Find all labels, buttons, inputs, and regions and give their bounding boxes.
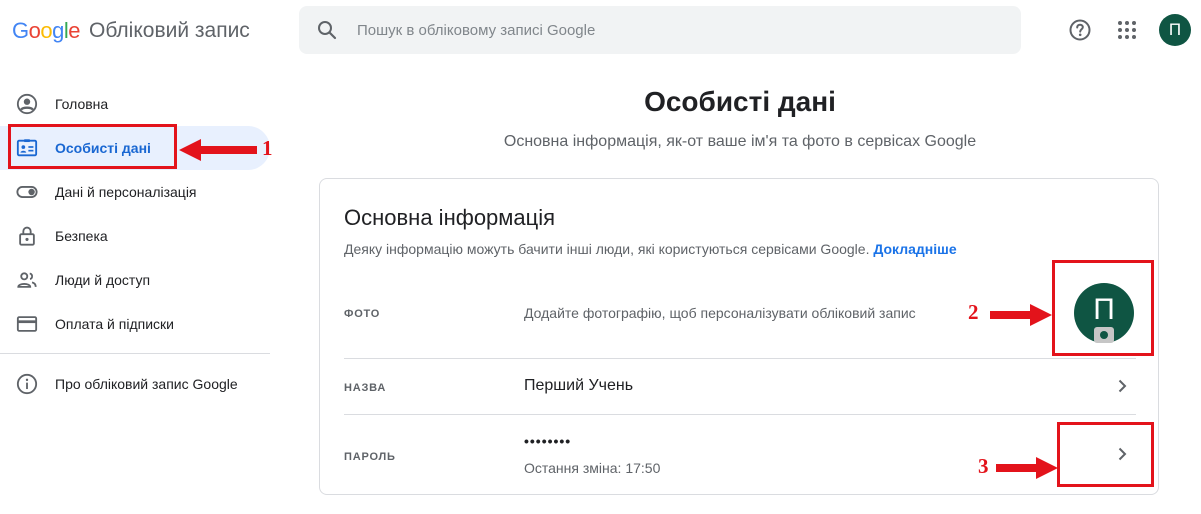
annotation-number-2: 2 [968,300,979,324]
sidebar-item-label: Дані й персоналізація [55,184,197,200]
row-divider [344,414,1136,415]
product-name[interactable]: Обліковий запис [89,19,250,43]
logo-letter: o [40,18,53,43]
photo-row-hint: Додайте фотографію, щоб персоналізувати … [524,305,916,321]
app-header: Google Обліковий запис П [0,0,1201,64]
annotation-box-3 [1057,422,1154,487]
annotation-arrow-3 [996,457,1058,479]
sidebar-item-about[interactable]: Про обліковий запис Google [0,362,270,406]
name-row-label: НАЗВА [344,382,387,394]
logo-letter: o [28,18,41,43]
learn-more-link[interactable]: Докладніше [873,241,956,257]
sidebar-item-label: Оплата й підписки [55,316,174,332]
sidebar-item-label: Головна [55,96,109,112]
card-description-text: Деяку інформацію можуть бачити інші люди… [344,241,870,257]
basic-info-card: Основна інформація Деяку інформацію можу… [319,178,1159,495]
sidebar-divider [0,353,270,354]
sidebar-item-people-sharing[interactable]: Люди й доступ [0,258,270,302]
search-bar[interactable] [299,6,1021,54]
google-logo[interactable]: Google [12,18,81,44]
logo-letter: g [52,18,64,43]
logo-letter: e [68,18,81,43]
sidebar-item-label: Люди й доступ [55,272,151,288]
name-value: Перший Учень [524,377,634,394]
page-subtitle: Основна інформація, як-от ваше ім'я та ф… [503,133,977,150]
annotation-arrow-2 [990,304,1052,326]
annotation-box-1 [8,124,177,169]
card-description: Деяку інформацію можуть бачити інші люди… [344,241,957,257]
password-row-label: ПАРОЛЬ [344,451,396,463]
sidebar-item-home[interactable]: Головна [0,82,270,126]
search-input[interactable] [357,18,997,42]
lock-icon [19,226,35,246]
sidebar-item-label: Безпека [55,228,108,244]
annotation-number-3: 3 [978,454,989,478]
credit-card-icon [16,316,38,332]
photo-row-label: ФОТО [344,308,381,320]
apps-grid-icon[interactable] [1115,18,1139,42]
annotation-arrow-1 [179,139,257,161]
sidebar-item-security[interactable]: Безпека [0,214,270,258]
sidebar-item-data-privacy[interactable]: Дані й персоналізація [0,170,270,214]
sidebar-item-payments[interactable]: Оплата й підписки [0,302,270,346]
password-dots: •••••••• [524,433,572,449]
people-icon [17,272,37,288]
help-icon[interactable] [1068,18,1092,42]
sidebar-item-label: Про обліковий запис Google [55,376,238,392]
page-title: Особисті дані [644,86,836,117]
info-icon [16,373,38,395]
account-avatar[interactable]: П [1159,14,1191,46]
annotation-number-1: 1 [262,136,273,160]
toggle-icon [16,186,38,198]
card-title: Основна інформація [344,205,556,230]
search-icon[interactable] [315,18,339,42]
chevron-right-icon[interactable] [1112,376,1132,396]
row-divider [344,358,1136,359]
account-circle-icon [16,93,38,115]
password-last-changed: Остання зміна: 17:50 [524,460,661,476]
annotation-box-2 [1052,260,1154,356]
logo-letter: G [12,18,29,43]
